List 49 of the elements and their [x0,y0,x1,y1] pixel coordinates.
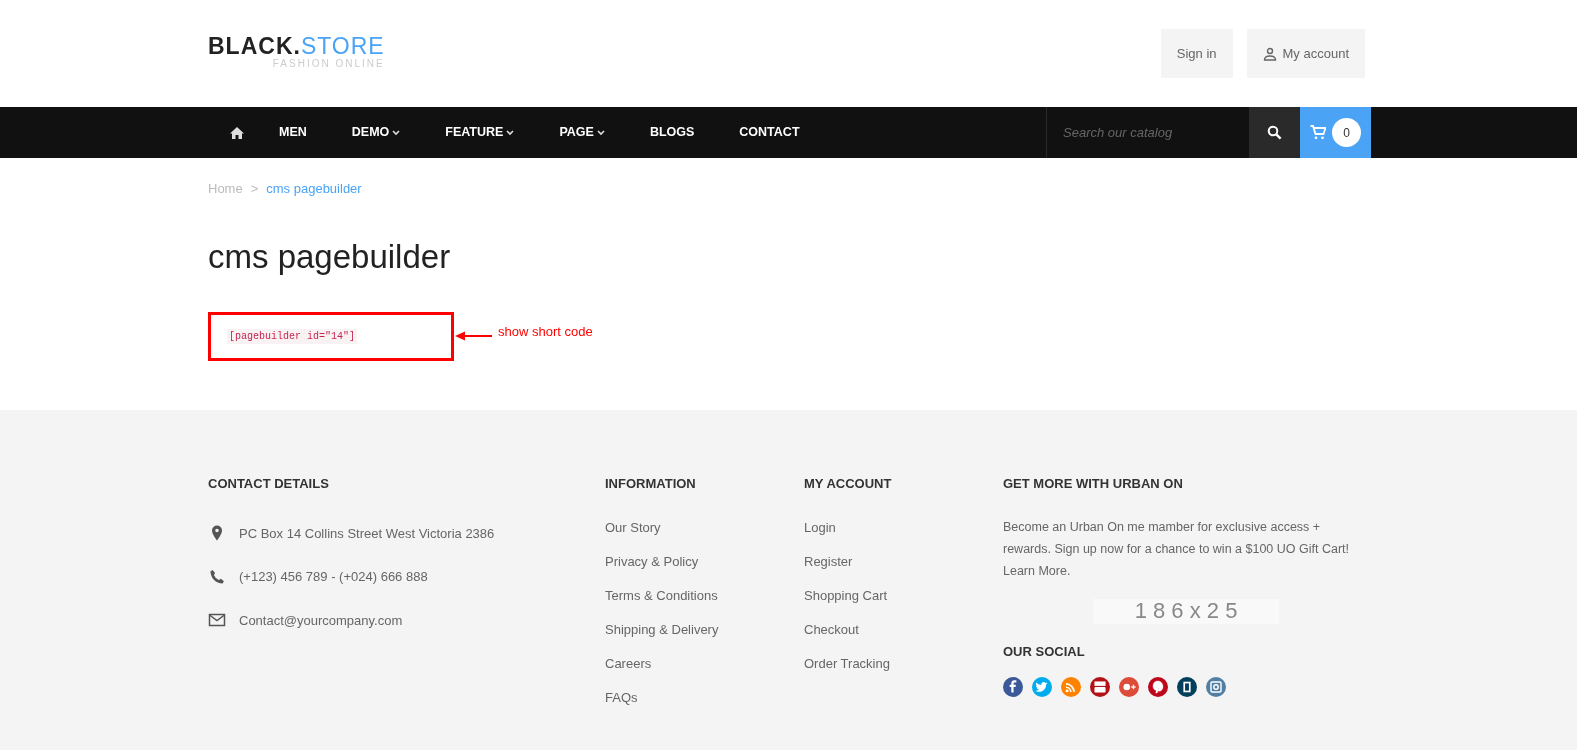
footer-link[interactable]: Shipping & Delivery [605,621,804,638]
my-account-button[interactable]: My account [1246,29,1365,78]
chevron-down-icon [392,129,401,136]
footer-link[interactable]: Checkout [804,621,1003,638]
nav-link[interactable]: PAGE [559,123,605,142]
footer-link[interactable]: Privacy & Policy [605,553,804,570]
cart-button[interactable]: 0 [1300,107,1371,158]
footer-link[interactable]: Our Story [605,519,804,536]
contact-detail: Contact@yourcompany.com [239,611,403,630]
nav-link[interactable]: FEATURE [445,123,515,142]
annotation-text: show short code [498,323,593,342]
breadcrumb-item: cms pagebuilder [266,180,362,198]
home-icon[interactable] [229,125,245,140]
footer-link[interactable]: Shopping Cart [804,587,1003,604]
banner-size-text: 1 8 6 x 2 5 [1134,600,1238,622]
facebook-icon[interactable] [1003,677,1023,697]
footer-link[interactable]: Careers [605,655,804,672]
nav-link[interactable]: DEMO [351,123,401,142]
search-icon [1267,125,1282,140]
newsletter-text: Become an Urban On me mamber for exclusive access + rewards. Sign up now for a chance to win a $100 UO Gift Cart! Learn More. [1003,518,1350,580]
footer-link[interactable]: FAQs [605,689,804,706]
search-button[interactable] [1249,107,1300,158]
chevron-down-icon [506,129,515,136]
sign-in-button[interactable]: Sign in [1160,29,1233,78]
user-icon [1262,46,1277,61]
footer-heading: GET MORE WITH URBAN ON [1003,475,1184,493]
phone-icon [208,567,226,586]
footer-link[interactable]: Login [804,519,1003,536]
contact-detail: (+123) 456 789 - (+024) 666 888 [239,568,428,586]
shortcode-text: [pagebuilder id="14"] [227,328,358,344]
page-title: cms pagebuilder [208,239,452,273]
instagram-icon[interactable] [1206,677,1226,697]
footer-link[interactable]: Terms & Conditions [605,587,804,604]
chevron-down-icon [596,129,605,136]
nav-link[interactable]: CONTACT [739,123,800,142]
tumblr-icon[interactable] [1177,677,1197,697]
footer-heading: CONTACT DETAILS [208,475,330,493]
arrow-icon [455,331,493,341]
footer-heading: OUR SOCIAL [1003,642,1086,661]
cart-icon [1310,125,1326,140]
twitter-icon[interactable] [1032,677,1052,697]
contact-detail: PC Box 14 Collins Street West Victoria 2386 [239,524,495,543]
footer-heading: MY ACCOUNT [804,475,893,493]
footer-link[interactable]: Order Tracking [804,655,1003,672]
footer-link[interactable]: Register [804,553,1003,570]
nav-link[interactable]: MEN [279,123,307,142]
footer-heading: INFORMATION [605,475,697,493]
cart-count: 0 [1332,118,1361,147]
nav-link[interactable]: BLOGS [649,123,695,142]
